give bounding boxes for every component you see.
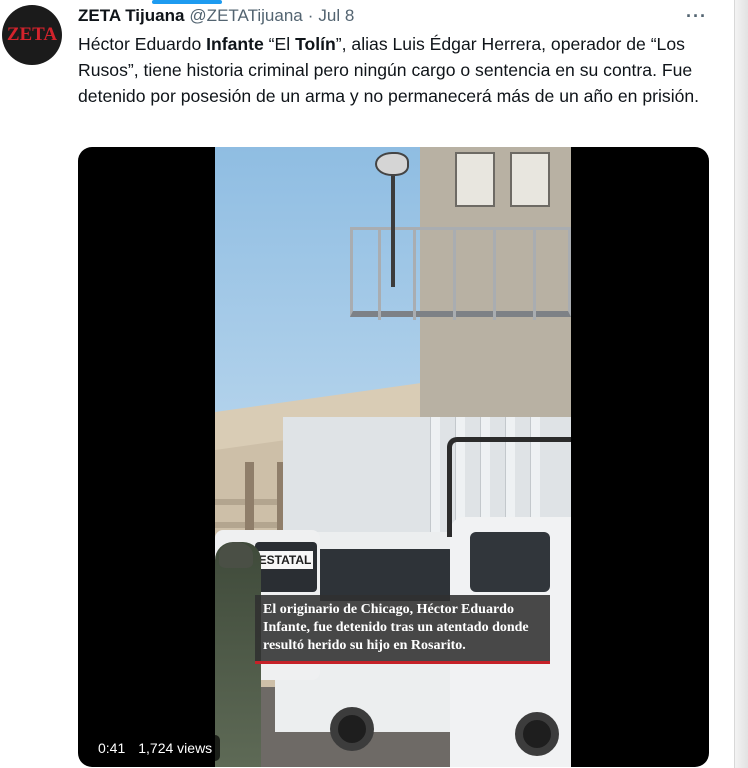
video-wheel — [330, 707, 374, 751]
top-tab-indicator — [152, 0, 222, 4]
video-van-label: ESTATAL — [257, 551, 313, 569]
tweet-date[interactable]: Jul 8 — [318, 6, 354, 26]
header-separator: · — [307, 6, 314, 25]
video-wheel — [515, 712, 559, 756]
video-roll-bar — [447, 437, 571, 537]
video-views: 1,724 views — [138, 740, 213, 756]
video-security-camera — [375, 152, 409, 176]
video-balcony-rail — [493, 230, 496, 320]
video-balcony — [350, 227, 571, 320]
video-duration-badge: 0:41 1,724 views — [90, 735, 221, 761]
tweet-text-part: “El — [263, 34, 296, 54]
avatar[interactable]: ZETA — [2, 5, 62, 65]
video-balcony-rail — [533, 230, 536, 320]
video-balcony-rail — [453, 230, 456, 320]
video-tower-window — [510, 152, 550, 207]
video-frame: ESTATAL — [215, 147, 571, 767]
video-player[interactable]: ESTATAL El originario de Chicago, Héctor… — [78, 147, 709, 767]
tweet-text: Héctor Eduardo Infante “El Tolín”, alias… — [78, 31, 718, 109]
video-tower-window — [455, 152, 495, 207]
tweet-text-bold: Infante — [206, 34, 264, 54]
more-options-icon[interactable]: ··· — [686, 6, 707, 27]
author-name[interactable]: ZETA Tijuana — [78, 6, 184, 26]
video-soldier-helmet — [219, 542, 253, 568]
avatar-logo-text: ZETA — [6, 24, 58, 45]
video-balcony-rail — [413, 230, 416, 320]
video-patrol-car-window — [470, 532, 550, 592]
video-caption: El originario de Chicago, Héctor Eduardo… — [255, 595, 550, 664]
video-duration: 0:41 — [98, 740, 126, 756]
scrollbar[interactable] — [734, 0, 748, 768]
tweet-text-part: Héctor Eduardo — [78, 34, 207, 54]
video-balcony-rail — [378, 230, 381, 320]
author-handle[interactable]: @ZETATijuana — [189, 6, 302, 26]
video-fence-bar — [430, 417, 440, 537]
tweet-text-bold: Tolín — [295, 34, 336, 54]
video-camera-pole — [391, 167, 395, 287]
tweet-header: ZETA Tijuana @ZETATijuana · Jul 8 — [78, 6, 354, 28]
